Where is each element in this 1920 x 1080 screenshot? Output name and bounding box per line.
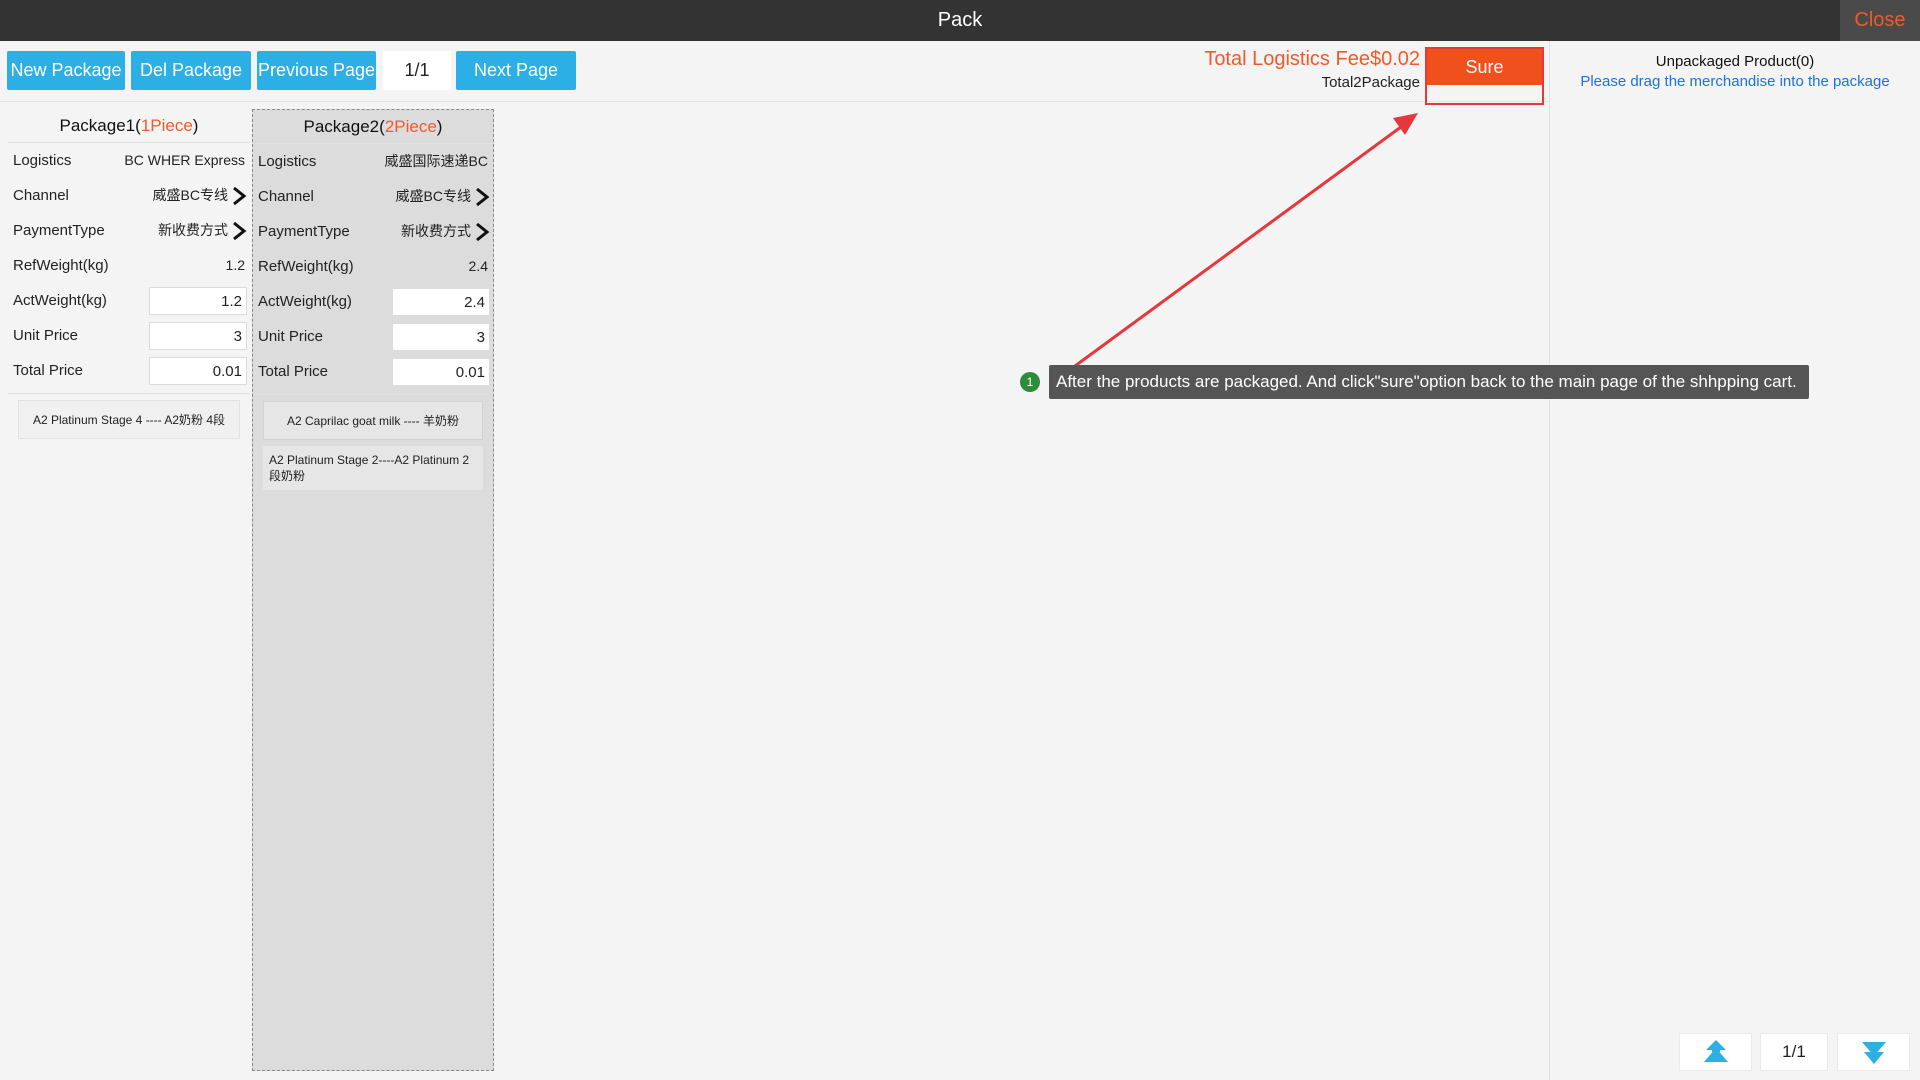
channel-value: 威盛BC专线 (395, 188, 471, 204)
payment-value: 新收费方式 (158, 222, 228, 238)
logistics-label: Logistics (258, 153, 317, 170)
unpackaged-hint: Please drag the merchandise into the pac… (1580, 73, 1890, 90)
unitprice-input[interactable]: 3 (392, 323, 490, 351)
double-chevron-down-icon (1862, 1042, 1886, 1064)
payment-label: PaymentType (13, 222, 105, 239)
payment-row[interactable]: PaymentType 新收费方式 (253, 214, 493, 249)
package-header: Package2(2Piece) (253, 110, 493, 144)
totalprice-label: Total Price (258, 363, 329, 380)
channel-label: Channel (258, 188, 314, 205)
window-title: Pack (937, 9, 983, 31)
totalprice-input[interactable]: 0.01 (392, 358, 490, 386)
chevron-right-icon[interactable] (473, 187, 491, 207)
chevron-right-icon[interactable] (473, 222, 491, 242)
refweight-value: 2.4 (468, 258, 488, 274)
product-item[interactable]: A2 Caprilac goat milk ---- 羊奶粉 (263, 401, 483, 440)
channel-label: Channel (13, 187, 69, 204)
unitprice-label: Unit Price (13, 327, 79, 344)
package-card-2[interactable]: Package2(2Piece) Logistics 威盛国际速递BC Chan… (252, 109, 494, 1071)
unitprice-row: Unit Price 3 (8, 318, 250, 353)
actweight-input[interactable]: 1.2 (149, 287, 247, 315)
total-packages: Total2Package (1321, 74, 1420, 91)
channel-row[interactable]: Channel 威盛BC专线 (253, 179, 493, 214)
payment-value: 新收费方式 (401, 223, 471, 239)
totalprice-row: Total Price 0.01 (8, 353, 250, 388)
bottom-page-indicator: 1/1 (1760, 1033, 1828, 1071)
chevron-right-icon[interactable] (230, 221, 248, 241)
page-indicator: 1/1 (383, 51, 451, 90)
double-chevron-up-icon (1704, 1040, 1728, 1062)
refweight-row: RefWeight(kg) 2.4 (253, 249, 493, 284)
totalprice-input[interactable]: 0.01 (149, 357, 247, 385)
refweight-value: 1.2 (225, 257, 245, 273)
divider (8, 393, 250, 394)
title-bar: Pack Close (0, 0, 1920, 41)
logistics-row: Logistics BC WHER Express (8, 143, 250, 178)
next-page-button[interactable]: Next Page (456, 51, 576, 90)
logistics-label: Logistics (13, 152, 72, 169)
product-item[interactable]: A2 Platinum Stage 2----A2 Platinum 2段奶粉 (263, 446, 483, 490)
refweight-row: RefWeight(kg) 1.2 (8, 248, 250, 283)
channel-row[interactable]: Channel 威盛BC专线 (8, 178, 250, 213)
refweight-label: RefWeight(kg) (13, 257, 109, 274)
logistics-value: 威盛国际速递BC (384, 153, 488, 169)
product-item[interactable]: A2 Platinum Stage 4 ---- A2奶粉 4段 (18, 400, 240, 439)
del-package-button[interactable]: Del Package (131, 51, 251, 90)
chevron-right-icon[interactable] (230, 186, 248, 206)
package-name: Package2 (303, 117, 380, 136)
logistics-row: Logistics 威盛国际速递BC (253, 144, 493, 179)
unitprice-label: Unit Price (258, 328, 324, 345)
actweight-row: ActWeight(kg) 2.4 (253, 284, 493, 319)
unpackaged-title: Unpackaged Product(0) (1655, 53, 1815, 70)
package-card-1[interactable]: Package1(1Piece) Logistics BC WHER Expre… (8, 109, 250, 444)
actweight-row: ActWeight(kg) 1.2 (8, 283, 250, 318)
new-package-button[interactable]: New Package (7, 51, 125, 90)
totalprice-label: Total Price (13, 362, 84, 379)
actweight-input[interactable]: 2.4 (392, 288, 490, 316)
unitprice-input[interactable]: 3 (149, 322, 247, 350)
previous-page-button[interactable]: Previous Page (257, 51, 376, 90)
package-pieces: 2Piece (384, 117, 437, 136)
refweight-label: RefWeight(kg) (258, 258, 354, 275)
unitprice-row: Unit Price 3 (253, 319, 493, 354)
divider (253, 394, 493, 395)
actweight-label: ActWeight(kg) (258, 293, 352, 310)
close-button[interactable]: Close (1840, 0, 1920, 41)
payment-row[interactable]: PaymentType 新收费方式 (8, 213, 250, 248)
package-pieces: 1Piece (140, 116, 193, 135)
total-logistics-fee: Total Logistics Fee$0.02 (1204, 48, 1420, 70)
actweight-label: ActWeight(kg) (13, 292, 107, 309)
package-name: Package1 (59, 116, 136, 135)
payment-label: PaymentType (258, 223, 350, 240)
channel-value: 威盛BC专线 (152, 187, 228, 203)
totalprice-row: Total Price 0.01 (253, 354, 493, 389)
logistics-value: BC WHER Express (124, 152, 245, 168)
unpackaged-panel[interactable]: Unpackaged Product(0) Please drag the me… (1549, 41, 1920, 1080)
annotation-tooltip: After the products are packaged. And cli… (1049, 365, 1809, 399)
scroll-up-button[interactable] (1679, 1033, 1752, 1071)
sure-button[interactable]: Sure (1427, 49, 1542, 85)
step-badge: 1 (1020, 372, 1040, 392)
scroll-down-button[interactable] (1837, 1033, 1910, 1071)
package-header: Package1(1Piece) (8, 109, 250, 143)
